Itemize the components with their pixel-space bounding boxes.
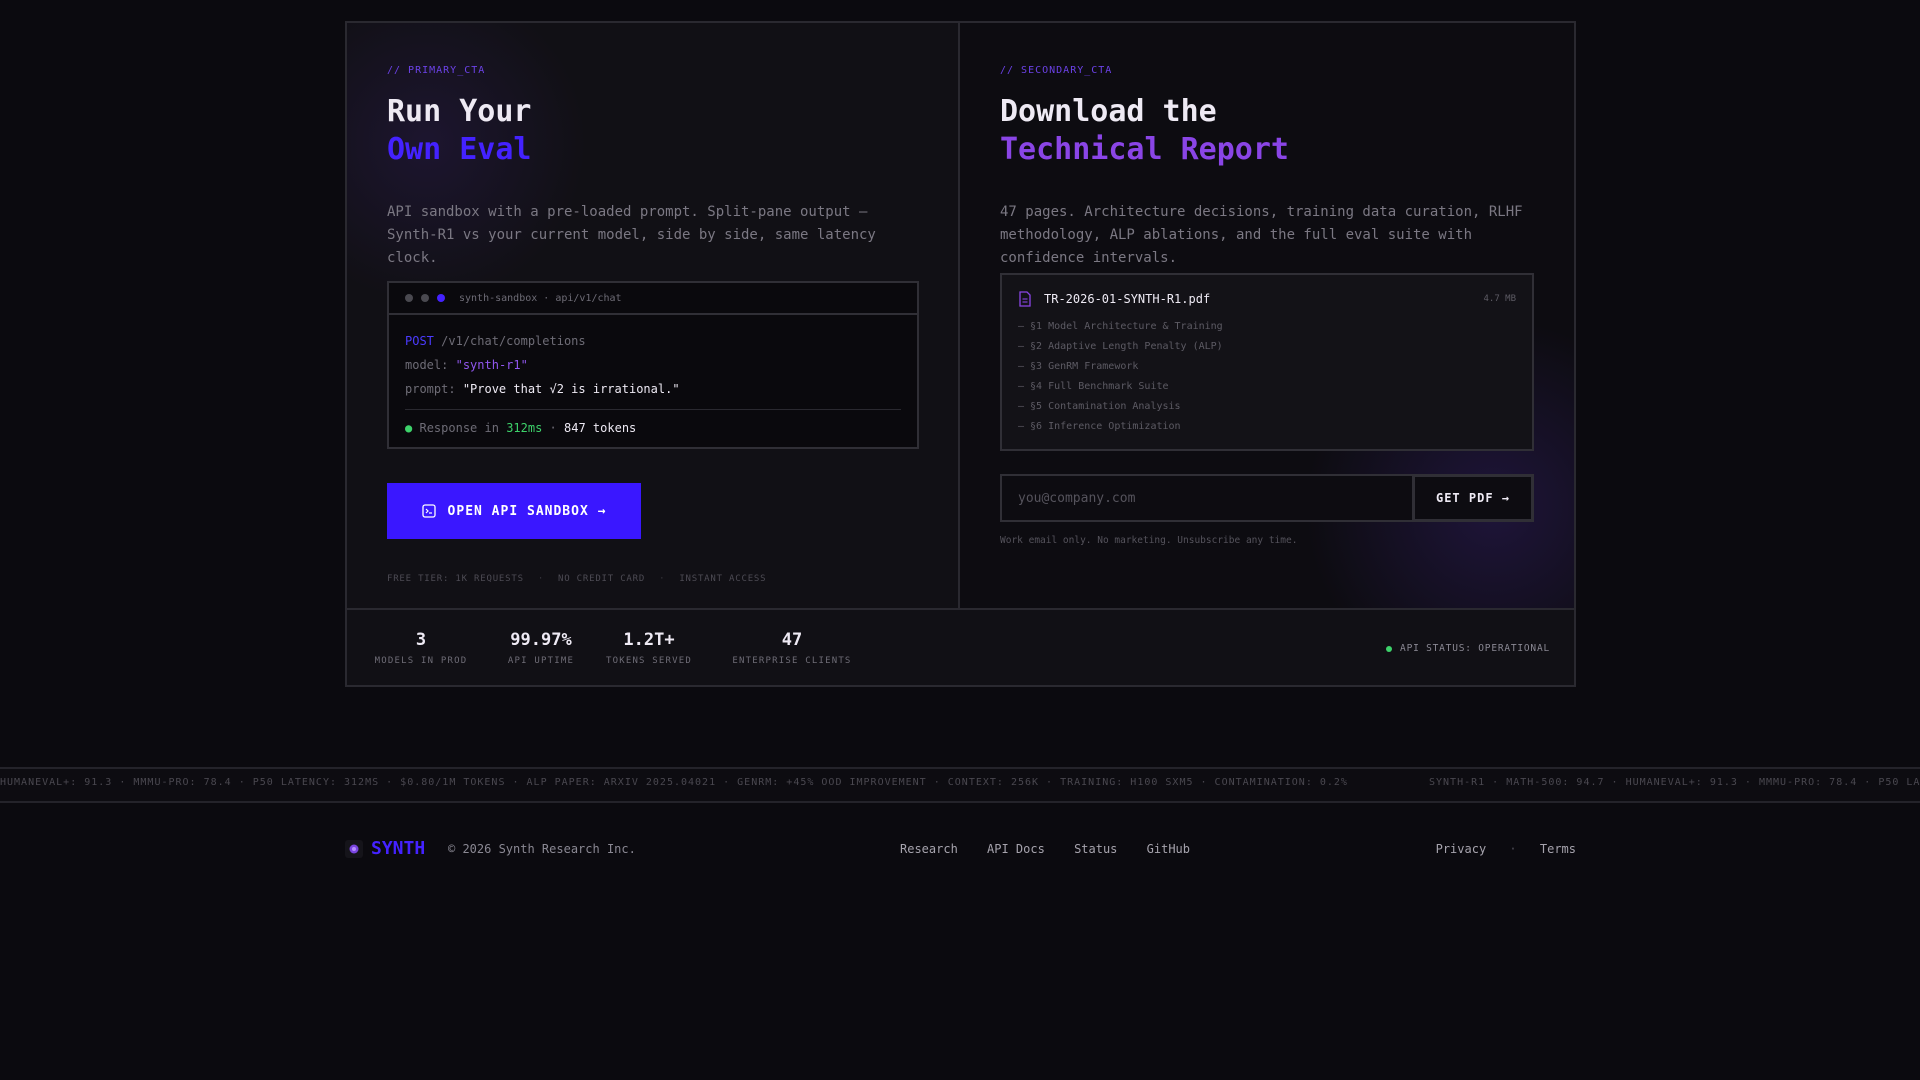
model-line: model: "synth-r1": [405, 353, 901, 377]
model-key: model:: [405, 358, 449, 372]
stat-label: API UPTIME: [507, 656, 575, 666]
get-pdf-button[interactable]: GET PDF →: [1412, 474, 1534, 522]
status-dot-icon: [1386, 645, 1393, 652]
window-dot-icon: [405, 294, 413, 302]
footer: SYNTH © 2026 Synth Research Inc. Researc…: [345, 838, 1576, 862]
cta-panel: // PRIMARY_CTA Run Your Own Eval API san…: [345, 21, 1576, 687]
status-dot-icon: ●: [405, 421, 413, 435]
stat-models: 3 MODELS IN PROD: [371, 630, 471, 666]
file-name: TR-2026-01-SYNTH-R1.pdf: [1044, 292, 1211, 306]
synth-logo-icon: [345, 839, 363, 858]
email-input[interactable]: [1000, 474, 1412, 522]
secondary-cta-section: // SECONDARY_CTA Download the Technical …: [960, 23, 1574, 608]
prompt-key: prompt:: [405, 382, 456, 396]
request-line: POST /v1/chat/completions: [405, 329, 901, 353]
perk-item: INSTANT ACCESS: [679, 574, 767, 584]
fine-print: Work email only. No marketing. Unsubscri…: [1000, 535, 1298, 546]
file-size: 4.7 MB: [1483, 294, 1516, 304]
footer-nav: Research API Docs Status GitHub: [900, 842, 1212, 856]
toc-item: — §2 Adaptive Length Penalty (ALP): [1018, 341, 1223, 352]
secondary-title-line1: Download the: [1000, 94, 1217, 129]
stat-value: 3: [415, 630, 427, 650]
open-api-sandbox-button[interactable]: OPEN API SANDBOX →: [387, 483, 641, 539]
email-form: GET PDF →: [1000, 474, 1534, 522]
ticker-text: SYNTH-R1 · MATH-500: 94.7 · HUMANEVAL+: …: [1429, 777, 1920, 788]
api-status-text: API STATUS: OPERATIONAL: [1400, 643, 1550, 654]
legal-separator: ·: [1509, 842, 1517, 856]
toc-item: — §4 Full Benchmark Suite: [1018, 381, 1169, 392]
perk-separator: ·: [659, 574, 666, 584]
privacy-link[interactable]: Privacy: [1436, 842, 1487, 856]
footer-link-status[interactable]: Status: [1074, 842, 1117, 856]
secondary-title-line2: Technical Report: [1000, 132, 1289, 167]
footer-link-research[interactable]: Research: [900, 842, 958, 856]
stat-value: 47: [781, 630, 803, 650]
stats-bar: 3 MODELS IN PROD 99.97% API UPTIME 1.2T+…: [347, 608, 1574, 685]
prompt-line: prompt: "Prove that √2 is irrational.": [405, 377, 901, 401]
brand-name: SYNTH: [371, 838, 426, 859]
stat-label: MODELS IN PROD: [374, 656, 468, 666]
terminal-icon: [421, 504, 436, 518]
section-tag: // PRIMARY_CTA: [387, 65, 486, 76]
http-method: POST: [405, 334, 434, 348]
document-icon: [1019, 291, 1031, 307]
model-value: "synth-r1": [455, 358, 528, 372]
divider: [405, 409, 901, 410]
toc-item: — §5 Contamination Analysis: [1018, 401, 1181, 412]
ticker-text: HUMANEVAL+: 91.3 · MMMU-PRO: 78.4 · P50 …: [0, 777, 1348, 788]
primary-description: API sandbox with a pre-loaded prompt. Sp…: [387, 204, 876, 266]
legal-links: Privacy · Terms: [1436, 842, 1576, 856]
copyright: © 2026 Synth Research Inc.: [448, 842, 636, 856]
api-status: API STATUS: OPERATIONAL: [1386, 643, 1550, 654]
stat-clients: 47 ENTERPRISE CLIENTS: [727, 630, 857, 666]
perks-list: FREE TIER: 1K REQUESTS · NO CREDIT CARD · IN…: [387, 574, 766, 584]
stat-uptime: 99.97% API UPTIME: [501, 630, 581, 666]
toc-item: — §3 GenRM Framework: [1018, 361, 1139, 372]
secondary-title: Download the Technical Report: [1000, 93, 1289, 169]
primary-title: Run Your Own Eval: [387, 93, 532, 169]
response-separator: ·: [549, 421, 557, 435]
table-of-contents: — §1 Model Architecture & Training — §2 …: [1018, 317, 1516, 437]
primary-title-line2: Own Eval: [387, 132, 532, 167]
open-api-sandbox-label: OPEN API SANDBOX →: [447, 503, 607, 519]
primary-title-line1: Run Your: [387, 94, 532, 129]
footer-logo[interactable]: SYNTH: [345, 838, 425, 859]
response-prefix: Response in: [419, 421, 499, 435]
stat-label: TOKENS SERVED: [605, 656, 693, 666]
response-tokens: 847 tokens: [564, 421, 637, 435]
terminal-preview: synth-sandbox · api/v1/chat POST /v1/cha…: [387, 281, 919, 449]
perk-item: NO CREDIT CARD: [558, 574, 646, 584]
perk-separator: ·: [537, 574, 545, 584]
metrics-ticker: HUMANEVAL+: 91.3 · MMMU-PRO: 78.4 · P50 …: [0, 767, 1920, 803]
footer-link-github[interactable]: GitHub: [1147, 842, 1190, 856]
prompt-value: "Prove that √2 is irrational.": [462, 382, 680, 396]
section-tag: // SECONDARY_CTA: [1000, 65, 1113, 76]
toc-item: — §6 Inference Optimization: [1018, 421, 1181, 432]
perk-item: FREE TIER: 1K REQUESTS: [387, 574, 524, 584]
terms-link[interactable]: Terms: [1540, 842, 1576, 856]
window-dot-icon: [437, 294, 445, 302]
stat-label: ENTERPRISE CLIENTS: [732, 656, 852, 666]
window-dot-icon: [421, 294, 429, 302]
file-header: TR-2026-01-SYNTH-R1.pdf 4.7 MB: [1018, 289, 1516, 309]
terminal-body: POST /v1/chat/completions model: "synth-…: [389, 315, 917, 440]
response-line: ● Response in 312ms · 847 tokens: [405, 416, 901, 440]
stat-value: 1.2T+: [623, 630, 675, 650]
terminal-title: synth-sandbox · api/v1/chat: [459, 292, 622, 304]
terminal-header: synth-sandbox · api/v1/chat: [389, 283, 917, 315]
footer-link-api-docs[interactable]: API Docs: [987, 842, 1045, 856]
response-time: 312ms: [506, 421, 543, 435]
primary-cta-section: // PRIMARY_CTA Run Your Own Eval API san…: [347, 23, 960, 608]
report-file-card: TR-2026-01-SYNTH-R1.pdf 4.7 MB — §1 Mode…: [1000, 273, 1534, 451]
secondary-description: 47 pages. Architecture decisions, traini…: [1000, 204, 1523, 266]
toc-item: — §1 Model Architecture & Training: [1018, 321, 1223, 332]
stat-value: 99.97%: [510, 630, 572, 650]
endpoint: /v1/chat/completions: [441, 334, 586, 348]
stat-tokens: 1.2T+ TOKENS SERVED: [601, 630, 697, 666]
